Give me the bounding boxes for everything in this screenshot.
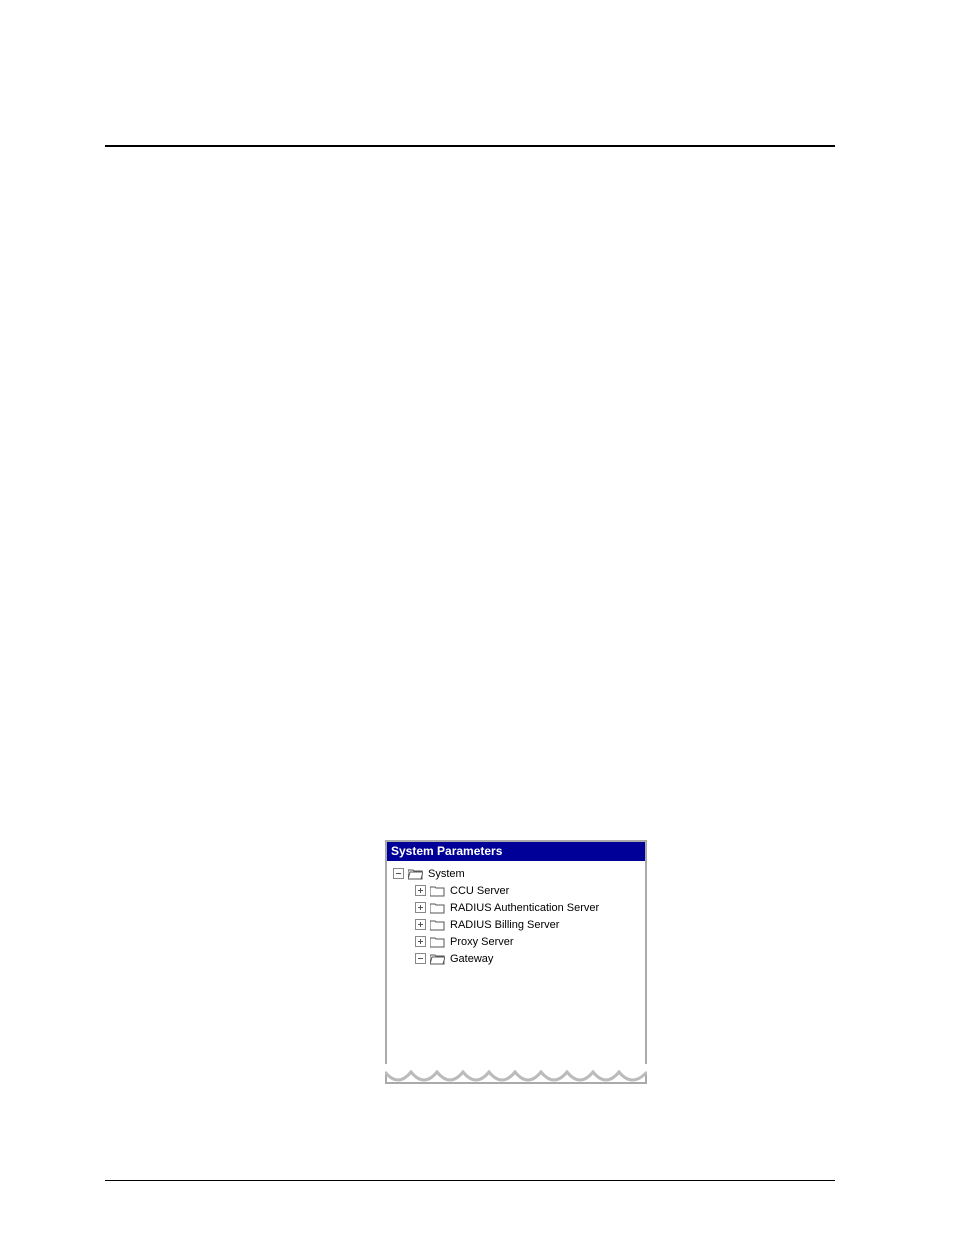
torn-edge-icon	[385, 1064, 647, 1092]
tree-label: Proxy Server	[450, 936, 514, 948]
folder-closed-icon	[430, 902, 445, 914]
tree-node-ccu[interactable]: CCU Server	[415, 882, 645, 899]
collapse-icon[interactable]	[393, 868, 404, 879]
tree-node-gateway[interactable]: Gateway	[415, 950, 645, 967]
tree-label: RADIUS Billing Server	[450, 919, 559, 931]
tree-node-radius-auth[interactable]: RADIUS Authentication Server	[415, 899, 645, 916]
folder-closed-icon	[430, 885, 445, 897]
expand-icon[interactable]	[415, 936, 426, 947]
tree-node-proxy[interactable]: Proxy Server	[415, 933, 645, 950]
expand-icon[interactable]	[415, 919, 426, 930]
tree-node-system[interactable]: System	[393, 865, 645, 882]
collapse-icon[interactable]	[415, 953, 426, 964]
tree-label: RADIUS Authentication Server	[450, 902, 599, 914]
folder-open-icon	[430, 953, 445, 965]
expand-icon[interactable]	[415, 902, 426, 913]
tree-label: CCU Server	[450, 885, 509, 897]
tree-label: System	[428, 868, 465, 880]
panel-title: System Parameters	[391, 844, 502, 858]
expand-icon[interactable]	[415, 885, 426, 896]
tree: System CCU Server RADIUS Authentication …	[387, 861, 645, 967]
system-parameters-panel: System Parameters System CCU Server	[385, 840, 647, 1084]
tree-label: Gateway	[450, 953, 493, 965]
bottom-rule	[105, 1180, 835, 1181]
folder-open-icon	[408, 868, 423, 880]
tree-node-radius-billing[interactable]: RADIUS Billing Server	[415, 916, 645, 933]
panel-titlebar: System Parameters	[387, 842, 645, 861]
folder-closed-icon	[430, 919, 445, 931]
page: System Parameters System CCU Server	[0, 0, 954, 1235]
top-rule	[105, 145, 835, 147]
folder-closed-icon	[430, 936, 445, 948]
